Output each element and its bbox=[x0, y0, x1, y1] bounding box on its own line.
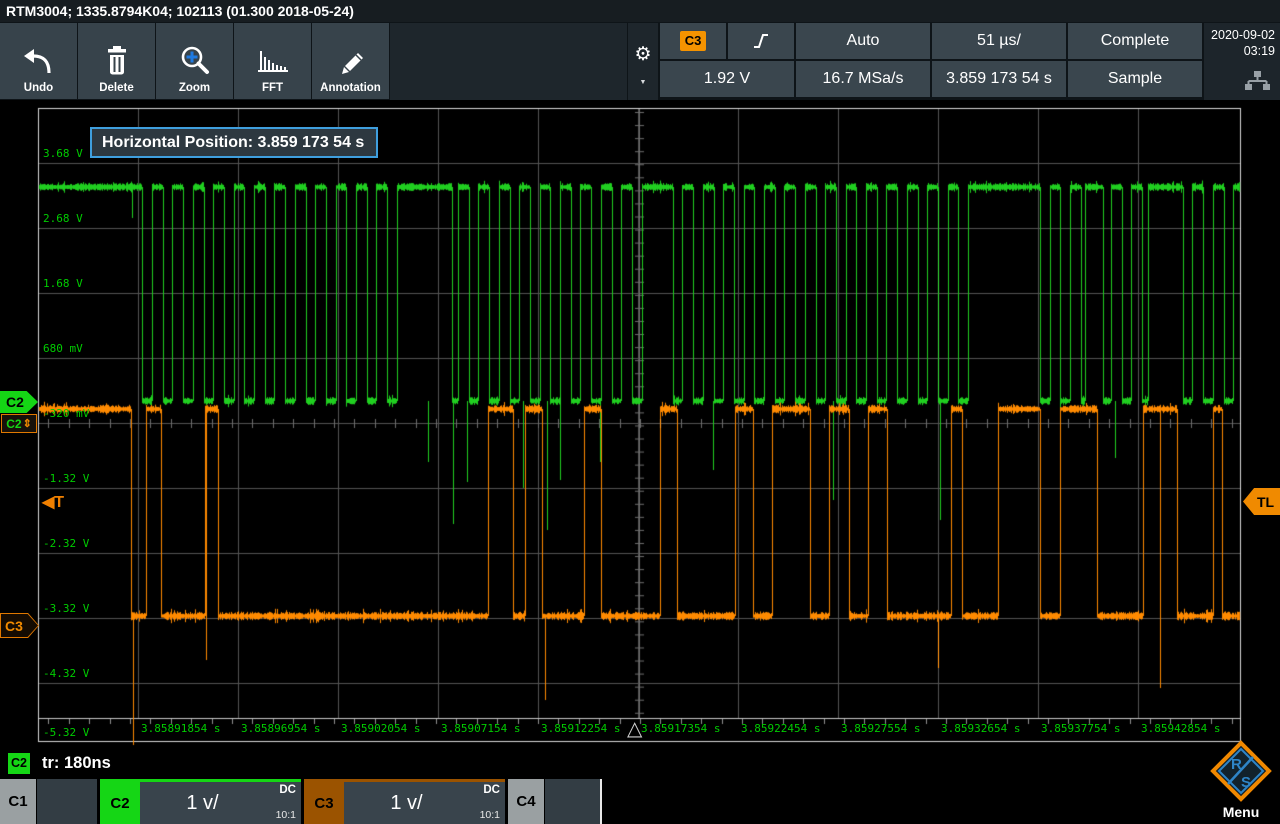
time-label: 3.85912254 s bbox=[541, 722, 621, 735]
spectrum-icon bbox=[256, 40, 290, 82]
fft-label: FFT bbox=[261, 82, 284, 94]
y-axis-label: 680 mV bbox=[43, 342, 83, 355]
time-label: 3.85917354 s bbox=[641, 722, 721, 735]
undo-label: Undo bbox=[23, 82, 54, 94]
menu-label: Menu bbox=[1222, 804, 1260, 820]
acquisition-status-cell[interactable]: Complete bbox=[1068, 23, 1202, 59]
chevron-down-icon[interactable]: ▼ bbox=[640, 79, 647, 86]
horizontal-position-tooltip: Horizontal Position: 3.859 173 54 s bbox=[90, 127, 379, 158]
c2-settings-tile[interactable]: 1 v/ DC 10:1 bbox=[140, 782, 301, 824]
c2-coupling: DC bbox=[279, 784, 296, 796]
rising-edge-icon bbox=[754, 34, 768, 48]
fft-button[interactable]: FFT bbox=[234, 23, 311, 99]
trigger-level-cell[interactable]: 1.92 V bbox=[660, 61, 794, 97]
toolbar: Undo Delete Zoom FFT Annotation ⚙ ▼ C3 A… bbox=[0, 22, 1280, 100]
date-text: 2020-09-02 bbox=[1211, 28, 1275, 42]
annotation-button[interactable]: Annotation bbox=[312, 23, 389, 99]
c3-coupling: DC bbox=[483, 784, 500, 796]
time-label: 3.85902054 s bbox=[341, 722, 421, 735]
horizontal-position-cell[interactable]: 3.859 173 54 s bbox=[932, 61, 1066, 97]
c3-scale: 1 v/ bbox=[390, 791, 423, 814]
y-axis-label: -320 mV bbox=[43, 407, 90, 420]
result-channel-badge: C2 bbox=[8, 753, 30, 774]
c2-drag-marker[interactable]: C2 ⇕ bbox=[1, 414, 37, 433]
toolbar-settings-column[interactable]: ⚙ ▼ bbox=[628, 23, 658, 100]
channel-c2[interactable]: C2 1 v/ DC 10:1 bbox=[100, 779, 301, 824]
channel-c4[interactable]: C4 bbox=[508, 779, 600, 824]
magnifier-plus-icon bbox=[180, 40, 210, 82]
c2-badge[interactable]: C2 bbox=[100, 782, 140, 824]
time-label: 3.85907154 s bbox=[441, 722, 521, 735]
time-label: 3.85891854 s bbox=[141, 722, 221, 735]
y-axis-label: 3.68 V bbox=[43, 147, 83, 160]
channel-bar-separator bbox=[600, 779, 602, 824]
time-label: 3.85927554 s bbox=[841, 722, 921, 735]
y-axis-label: -3.32 V bbox=[43, 602, 90, 615]
datetime-panel: 2020-09-02 03:19 bbox=[1204, 23, 1280, 100]
sample-rate-cell[interactable]: 16.7 MSa/s bbox=[796, 61, 930, 97]
status-grid: C3 Auto 51 µs/ Complete 1.92 V 16.7 MSa/… bbox=[660, 23, 1202, 100]
c1-badge[interactable]: C1 bbox=[0, 779, 36, 824]
c3-probe: 10:1 bbox=[479, 809, 500, 821]
title-bar: RTM3004; 1335.8794K04; 102113 (01.300 20… bbox=[0, 0, 1280, 22]
timebase-cell[interactable]: 51 µs/ bbox=[932, 23, 1066, 59]
y-axis-label: -4.32 V bbox=[43, 667, 90, 680]
toolbar-spacer bbox=[390, 23, 627, 100]
y-axis-label: -5.32 V bbox=[43, 726, 90, 739]
y-axis-label: 2.68 V bbox=[43, 212, 83, 225]
c3-settings-tile[interactable]: 1 v/ DC 10:1 bbox=[344, 782, 505, 824]
trigger-mode-cell[interactable]: Auto bbox=[796, 23, 930, 59]
measurement-results-row: C2 tr: 180ns bbox=[0, 748, 1280, 779]
trash-icon bbox=[103, 40, 131, 82]
zoom-button[interactable]: Zoom bbox=[156, 23, 233, 99]
time-label: 3.85942854 s bbox=[1141, 722, 1221, 735]
undo-button[interactable]: Undo bbox=[0, 23, 77, 99]
channel-bar: C1 C2 1 v/ DC 10:1 C3 1 v/ DC 10:1 C4 bbox=[0, 779, 1280, 824]
waveform-display[interactable]: C2 C2 ⇕ ◀T C3 TL △ Horizontal Position: 3… bbox=[0, 100, 1280, 748]
oscilloscope-screen: { "title_bar": {"text": "RTM3004; 1335.8… bbox=[0, 0, 1280, 824]
waveform-traces bbox=[0, 100, 1280, 748]
time-label: 3.85932654 s bbox=[941, 722, 1021, 735]
trigger-source-cell[interactable]: C3 bbox=[660, 23, 726, 59]
trigger-slope-cell[interactable] bbox=[728, 23, 794, 59]
network-icon bbox=[1204, 71, 1271, 95]
time-label: 3.85937754 s bbox=[1041, 722, 1121, 735]
c4-settings-tile[interactable] bbox=[545, 779, 600, 824]
c2-probe: 10:1 bbox=[275, 809, 296, 821]
y-axis-label: -2.32 V bbox=[43, 537, 90, 550]
rohde-schwarz-logo-icon: R S bbox=[1210, 740, 1272, 802]
trigger-source-badge: C3 bbox=[680, 31, 706, 51]
updown-arrows-icon: ⇕ bbox=[22, 418, 32, 430]
menu-button[interactable]: R S Menu bbox=[1202, 740, 1280, 824]
c4-badge[interactable]: C4 bbox=[508, 779, 544, 824]
y-axis-label: -1.32 V bbox=[43, 472, 90, 485]
channel-c3[interactable]: C3 1 v/ DC 10:1 bbox=[304, 779, 505, 824]
gear-icon[interactable]: ⚙ bbox=[634, 45, 651, 65]
c3-badge[interactable]: C3 bbox=[304, 782, 344, 824]
channel-c1[interactable]: C1 bbox=[0, 779, 97, 824]
trigger-level-marker[interactable]: ◀T bbox=[42, 492, 64, 512]
time-label: 3.85896954 s bbox=[241, 722, 321, 735]
pencil-icon bbox=[335, 40, 367, 82]
result-value: tr: 180ns bbox=[42, 754, 111, 772]
svg-text:S: S bbox=[1241, 774, 1251, 791]
c1-settings-tile[interactable] bbox=[37, 779, 97, 824]
c2-scale: 1 v/ bbox=[186, 791, 219, 814]
annotation-label: Annotation bbox=[320, 82, 381, 94]
time-label: 3.85922454 s bbox=[741, 722, 821, 735]
zoom-label: Zoom bbox=[178, 82, 211, 94]
delete-label: Delete bbox=[99, 82, 134, 94]
acquisition-mode-cell[interactable]: Sample bbox=[1068, 61, 1202, 97]
undo-icon bbox=[23, 40, 55, 82]
y-axis-label: 1.68 V bbox=[43, 277, 83, 290]
delete-button[interactable]: Delete bbox=[78, 23, 155, 99]
time-text: 03:19 bbox=[1243, 44, 1275, 58]
